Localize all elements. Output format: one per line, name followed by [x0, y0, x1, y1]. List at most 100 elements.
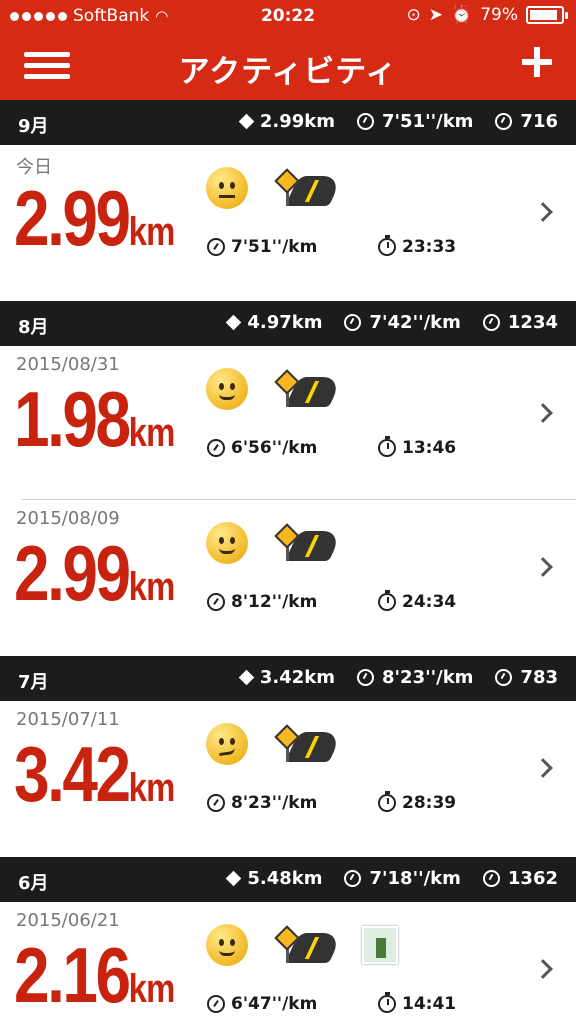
photo-thumbnail-icon — [362, 926, 398, 964]
activity-icons — [206, 167, 343, 209]
activity-date: 2015/08/31 — [16, 354, 120, 375]
activity-distance: 1.98km — [14, 375, 175, 463]
status-bar: SoftBank ◠ 20:22 ⊙ ➤ ⏰ 79% — [0, 0, 576, 32]
chevron-right-icon[interactable] — [533, 403, 553, 423]
activity-row[interactable]: 2015/07/11 3.42km 8'23''/km 28:39 — [0, 701, 576, 856]
activity-icons — [206, 368, 343, 410]
pace-icon — [344, 870, 362, 887]
stopwatch-icon — [378, 992, 396, 1013]
top-bar: SoftBank ◠ 20:22 ⊙ ➤ ⏰ 79% アクティビティ — [0, 0, 576, 100]
nav-bar: アクティビティ — [0, 32, 576, 100]
stopwatch-icon — [378, 590, 396, 611]
fuel-icon — [495, 113, 513, 130]
distance-icon — [238, 113, 255, 130]
month-distance: 3.42km — [259, 667, 336, 688]
road-terrain-icon — [274, 925, 343, 965]
month-pace: 7'18''/km — [369, 868, 461, 889]
activity-distance: 2.99km — [14, 174, 175, 262]
activity-row[interactable]: 2015/08/09 2.99km 8'12''/km 24:34 — [0, 500, 576, 655]
pace-gauge-icon — [207, 593, 225, 611]
activity-row[interactable]: 2015/06/21 2.16km 6'47''/km 14:41 — [0, 902, 576, 1024]
activity-pace: 8'12''/km — [207, 592, 317, 612]
neutral-face-icon — [206, 167, 248, 209]
month-header: 8月 4.97km 7'42''/km 1234 — [0, 301, 576, 346]
road-terrain-icon — [274, 168, 343, 208]
activity-icons — [206, 522, 343, 564]
chevron-right-icon[interactable] — [533, 557, 553, 577]
status-right: ⊙ ➤ ⏰ 79% — [406, 5, 568, 25]
month-stats: 4.97km 7'42''/km 1234 — [226, 312, 558, 333]
activity-duration: 24:34 — [378, 590, 456, 612]
month-label: 7月 — [18, 672, 49, 693]
fuel-icon — [482, 314, 500, 331]
rotation-lock-icon: ⊙ — [406, 5, 421, 25]
smirk-face-icon — [206, 723, 248, 765]
activity-icons — [206, 924, 398, 966]
month-stats: 2.99km 7'51''/km 716 — [238, 111, 558, 132]
activity-distance: 3.42km — [14, 730, 175, 818]
road-terrain-icon — [274, 369, 343, 409]
month-distance: 2.99km — [259, 111, 336, 132]
activity-pace: 6'47''/km — [207, 994, 317, 1014]
pace-gauge-icon — [207, 794, 225, 812]
activity-icons — [206, 723, 343, 765]
distance-icon — [238, 669, 255, 686]
chevron-right-icon[interactable] — [533, 202, 553, 222]
activity-row[interactable]: 今日 2.99km 7'51''/km 23:33 — [0, 145, 576, 300]
month-label: 9月 — [18, 116, 49, 137]
fuel-icon — [495, 669, 513, 686]
pace-gauge-icon — [207, 995, 225, 1013]
month-label: 8月 — [18, 317, 49, 338]
month-pace: 7'42''/km — [369, 312, 461, 333]
activity-row[interactable]: 2015/08/31 1.98km 6'56''/km 13:46 — [0, 346, 576, 499]
battery-icon — [526, 6, 568, 24]
month-fuel: 1362 — [507, 868, 558, 889]
location-icon: ➤ — [428, 5, 444, 25]
pace-icon — [344, 314, 362, 331]
pace-icon — [357, 113, 375, 130]
month-stats: 3.42km 8'23''/km 783 — [238, 667, 558, 688]
month-header: 6月 5.48km 7'18''/km 1362 — [0, 857, 576, 902]
road-terrain-icon — [274, 523, 343, 563]
activity-pace: 8'23''/km — [207, 793, 317, 813]
activity-duration: 13:46 — [378, 436, 456, 458]
pace-gauge-icon — [207, 439, 225, 457]
month-fuel: 1234 — [507, 312, 558, 333]
month-pace: 8'23''/km — [382, 667, 474, 688]
activity-date: 2015/06/21 — [16, 910, 120, 931]
activity-pace: 6'56''/km — [207, 438, 317, 458]
road-terrain-icon — [274, 724, 343, 764]
activity-duration: 14:41 — [378, 992, 456, 1014]
activity-pace: 7'51''/km — [207, 237, 317, 257]
month-distance: 5.48km — [247, 868, 323, 889]
stopwatch-icon — [378, 235, 396, 256]
pace-icon — [357, 669, 375, 686]
distance-icon — [226, 870, 242, 887]
activity-date: 2015/08/09 — [16, 508, 120, 529]
add-activity-button[interactable] — [522, 47, 552, 77]
month-header: 9月 2.99km 7'51''/km 716 — [0, 100, 576, 145]
activity-distance: 2.99km — [14, 529, 175, 617]
month-distance: 4.97km — [247, 312, 323, 333]
month-label: 6月 — [18, 873, 49, 894]
fuel-icon — [482, 870, 500, 887]
month-pace: 7'51''/km — [382, 111, 474, 132]
activity-duration: 23:33 — [378, 235, 456, 257]
activity-distance: 2.16km — [14, 931, 175, 1019]
activity-duration: 28:39 — [378, 791, 456, 813]
chevron-right-icon[interactable] — [533, 758, 553, 778]
activity-date: 2015/07/11 — [16, 709, 120, 730]
page-title: アクティビティ — [178, 54, 398, 90]
alarm-icon: ⏰ — [451, 5, 473, 25]
battery-percent: 79% — [480, 5, 518, 25]
month-fuel: 783 — [520, 667, 558, 688]
distance-icon — [226, 314, 242, 331]
stopwatch-icon — [378, 791, 396, 812]
smile-face-icon — [206, 924, 248, 966]
month-stats: 5.48km 7'18''/km 1362 — [226, 868, 558, 889]
month-fuel: 716 — [520, 111, 558, 132]
month-header: 7月 3.42km 8'23''/km 783 — [0, 656, 576, 701]
chevron-right-icon[interactable] — [533, 959, 553, 979]
pace-gauge-icon — [207, 238, 225, 256]
smile-face-icon — [206, 368, 248, 410]
